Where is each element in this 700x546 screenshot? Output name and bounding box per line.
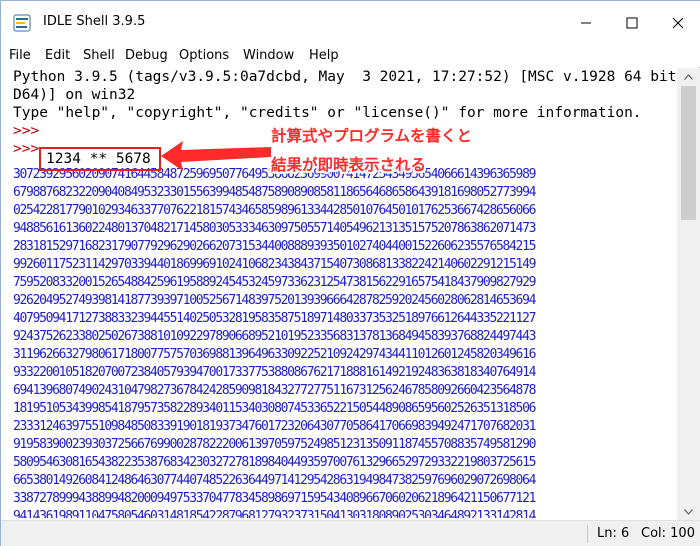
banner-line: Python 3.9.5 (tags/v3.9.5:0a7dcbd, May 3… (13, 69, 677, 85)
scroll-thumb[interactable] (681, 86, 696, 220)
output-line: 3119626632798061718007757570369881396496… (13, 347, 536, 362)
menu-shell[interactable]: Shell (83, 48, 115, 63)
close-icon (672, 17, 684, 29)
minimize-icon (581, 22, 591, 24)
menu-bar: File Edit Shell Debug Options Window Hel… (1, 45, 700, 67)
output-line: 9488561613602248013704821714580305333463… (13, 221, 536, 236)
menu-help[interactable]: Help (309, 48, 339, 63)
output-line: 9195839002393037256676990028782220061397… (13, 437, 536, 452)
idle-python-icon (13, 14, 31, 32)
output-line: 1819510534399854187957358228934011534030… (13, 401, 536, 416)
scroll-down-button[interactable] (677, 503, 700, 520)
output-line: 3387278999438899482000949753370477834589… (13, 491, 536, 506)
maximize-icon (626, 17, 638, 29)
input-highlight-box (39, 147, 161, 171)
title-bar[interactable]: IDLE Shell 3.9.5 (1, 1, 700, 45)
status-line-number: Ln: 6 (597, 526, 630, 541)
menu-window[interactable]: Window (243, 48, 294, 63)
close-button[interactable] (655, 1, 700, 45)
output-line: 6941396807490243104798273678424285909818… (13, 383, 536, 398)
vertical-scrollbar[interactable] (677, 68, 700, 520)
output-line: 5809546308165438223538768342303272781898… (13, 455, 536, 470)
output-line: 2831815297168231790779296290266207315344… (13, 239, 536, 254)
idle-shell-window: IDLE Shell 3.9.5 File Edit Shell Debug O… (0, 0, 700, 546)
status-column-number: Col: 100 (641, 526, 695, 541)
output-line: 4079509417127388332394455140250532819583… (13, 311, 536, 326)
window-title: IDLE Shell 3.9.5 (43, 14, 146, 29)
status-bar: Ln: 6 Col: 100 (1, 520, 700, 546)
output-line: 9332200105182070072384057939470017337753… (13, 365, 536, 380)
annotation-text: 計算式やプログラムを書くと (271, 127, 473, 145)
output-line: 7595208332001526548842596195889245453245… (13, 275, 536, 290)
maximize-button[interactable] (609, 1, 655, 45)
menu-file[interactable]: File (9, 48, 31, 63)
menu-options[interactable]: Options (179, 48, 229, 63)
chevron-up-icon (684, 73, 693, 80)
banner-line: D64)] on win32 (13, 87, 136, 103)
output-line: 9926011752311429703394401869969102410682… (13, 257, 536, 272)
output-line: 6798876823220904084953233015563994854875… (13, 185, 536, 200)
menu-debug[interactable]: Debug (125, 48, 168, 63)
annotation-text: 結果が即時表示される (271, 156, 427, 174)
minimize-button[interactable] (563, 1, 609, 45)
output-line: 6653801492608412486463077440748522636449… (13, 473, 536, 488)
output-line: 2333124639755109848508339190181937347601… (13, 419, 536, 434)
output-line: 9262049527493981418773939710052567148397… (13, 293, 536, 308)
output-line: 0254228177901029346337707622181574346585… (13, 203, 536, 218)
output-line: 9414361989110475805460314818542287968127… (13, 509, 536, 518)
status-divider (587, 525, 588, 543)
menu-edit[interactable]: Edit (45, 48, 70, 63)
annotation-arrow-icon (161, 141, 271, 171)
banner-line: Type "help", "copyright", "credits" or "… (13, 105, 642, 121)
scroll-up-button[interactable] (677, 68, 700, 85)
output-line: 9243752623380250267388101092297890668952… (13, 329, 536, 344)
chevron-down-icon (684, 508, 693, 515)
